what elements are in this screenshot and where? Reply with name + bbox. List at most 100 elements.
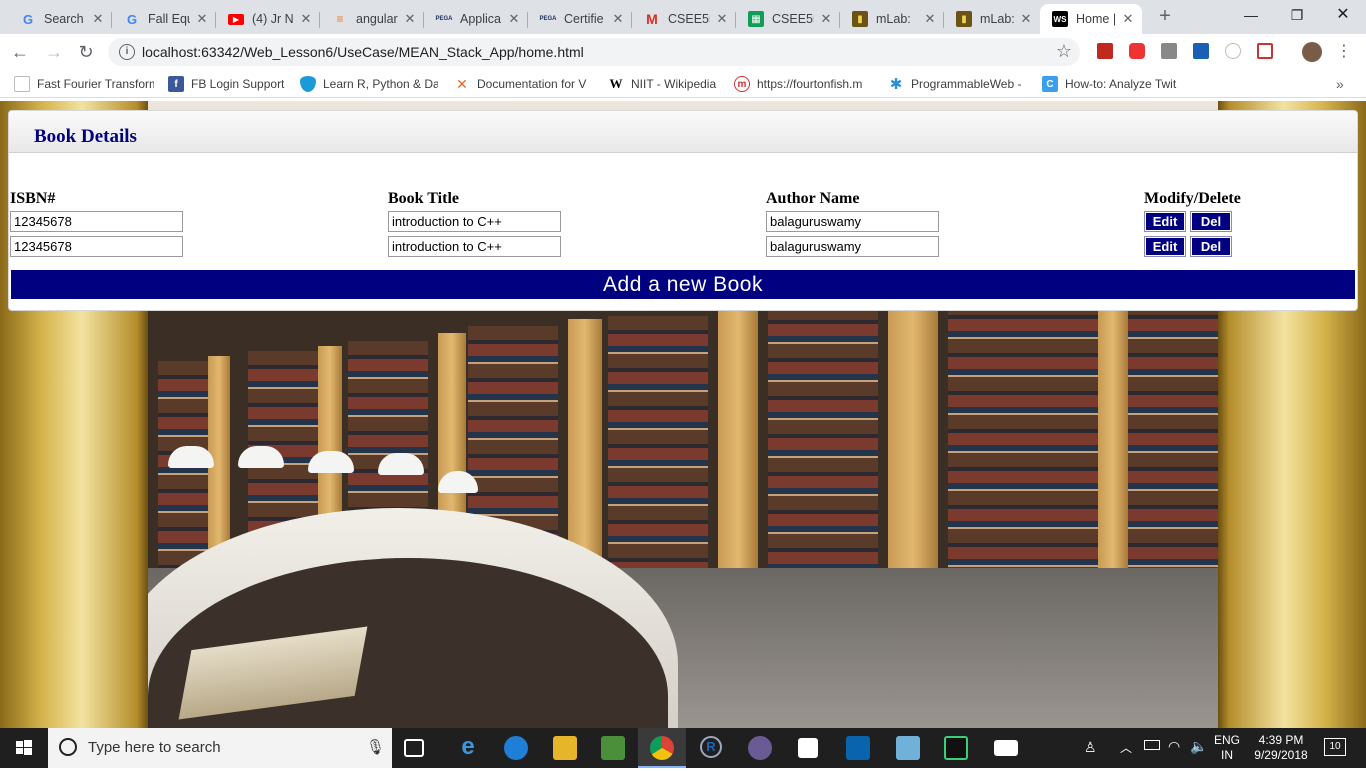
minimize-icon[interactable]: —: [1228, 0, 1274, 30]
new-tab-icon[interactable]: +: [1154, 6, 1176, 28]
battery-icon[interactable]: [1144, 740, 1160, 750]
menu-kebab-icon[interactable]: ⋮: [1332, 40, 1356, 64]
back-icon[interactable]: ←: [8, 40, 32, 64]
forward-icon[interactable]: →: [42, 40, 66, 64]
author-field[interactable]: balaguruswamy: [766, 211, 939, 232]
bookmarks-bar: Fast Fourier Transform f FB Login Support…: [0, 70, 1366, 98]
bookmark-fb-login[interactable]: f FB Login Support: [168, 76, 298, 92]
tab-pega-application[interactable]: PEGA Applica ✕: [424, 4, 528, 34]
bookmark-learn-r[interactable]: Learn R, Python & Da: [300, 76, 438, 92]
microphone-icon[interactable]: 🎙: [366, 738, 385, 756]
reload-icon[interactable]: ↻: [74, 40, 98, 64]
github-desktop-icon[interactable]: [748, 736, 772, 760]
edge-icon[interactable]: e: [456, 735, 480, 760]
outlook-icon[interactable]: [846, 736, 870, 760]
edit-button[interactable]: Edit: [1144, 211, 1186, 232]
tab-youtube[interactable]: ▶ (4) Jr N ✕: [216, 4, 320, 34]
close-icon[interactable]: ✕: [298, 11, 314, 27]
tab-mlab-2[interactable]: ▮ mLab: (✕: [944, 4, 1040, 34]
tab-home-active[interactable]: WS Home | ✕: [1040, 4, 1142, 34]
google-icon: G: [22, 11, 34, 27]
tab-fall-equ[interactable]: G Fall Equ ✕: [112, 4, 216, 34]
safari-icon[interactable]: [504, 736, 528, 760]
tab-search[interactable]: G Search ✕: [8, 4, 112, 34]
tab-sheets[interactable]: ▦ CSEE55 ✕: [736, 4, 840, 34]
close-icon[interactable]: ✕: [194, 11, 210, 27]
close-icon[interactable]: ✕: [922, 11, 938, 27]
tab-gmail[interactable]: M CSEE55 ✕: [632, 4, 736, 34]
people-icon[interactable]: ♙: [1084, 739, 1097, 756]
close-window-icon[interactable]: ✕: [1320, 0, 1366, 30]
close-icon[interactable]: ✕: [90, 11, 106, 27]
profile-avatar[interactable]: [1302, 42, 1322, 62]
sheets-icon: ▦: [748, 11, 764, 27]
c-icon: C: [1042, 76, 1058, 92]
google-icon: G: [126, 11, 138, 27]
tray-chevron-icon[interactable]: ︿: [1120, 739, 1132, 756]
close-icon[interactable]: ✕: [1018, 11, 1034, 27]
bookmark-programmableweb[interactable]: ✱ ProgrammableWeb -: [888, 76, 1026, 92]
tab-title: (4) Jr N: [252, 12, 294, 26]
notes-icon[interactable]: [896, 736, 920, 760]
r-studio-icon[interactable]: R: [700, 736, 722, 758]
tab-title: Fall Equ: [148, 12, 190, 26]
chrome-icon[interactable]: [650, 736, 674, 760]
windows-start-icon[interactable]: [0, 728, 48, 768]
mail-icon[interactable]: [994, 740, 1018, 756]
close-icon[interactable]: ✕: [818, 11, 834, 27]
title-field[interactable]: introduction to C++: [388, 236, 561, 257]
notification-center-icon[interactable]: 10: [1324, 738, 1346, 756]
close-icon[interactable]: ✕: [506, 11, 522, 27]
extension-bookmark-icon[interactable]: [1193, 43, 1209, 59]
extension-jb-icon[interactable]: [1161, 43, 1177, 59]
bookmark-fft[interactable]: Fast Fourier Transform: [14, 76, 154, 92]
clock[interactable]: 4:39 PM 9/29/2018: [1248, 733, 1314, 763]
bookmark-label: Documentation for V: [477, 77, 587, 91]
notepad-icon[interactable]: [798, 738, 818, 758]
extension-red-icon[interactable]: [1097, 43, 1113, 59]
bookmark-star-icon[interactable]: ☆: [1056, 41, 1072, 62]
close-icon[interactable]: ✕: [402, 11, 418, 27]
bookmarks-overflow-icon[interactable]: »: [1336, 76, 1344, 92]
close-icon[interactable]: ✕: [714, 11, 730, 27]
notification-count: 10: [1329, 741, 1341, 752]
taskbar-search-box[interactable]: Type here to search 🎙: [48, 728, 392, 768]
shield-icon: [300, 76, 316, 92]
bookmark-niit-wikipedia[interactable]: W NIIT - Wikipedia: [608, 76, 724, 92]
book-details-panel: Book Details ISBN# Book Title Author Nam…: [8, 110, 1358, 311]
add-book-button[interactable]: Add a new Book: [11, 270, 1355, 299]
delete-button[interactable]: Del: [1190, 211, 1232, 232]
close-icon[interactable]: ✕: [1120, 11, 1136, 27]
extension-play-icon[interactable]: [1129, 43, 1145, 59]
extension-shield-icon[interactable]: [1257, 43, 1273, 59]
spreadsheet-app-icon[interactable]: [601, 736, 625, 760]
close-icon[interactable]: ✕: [610, 11, 626, 27]
bookmark-documentation[interactable]: ✕ Documentation for V: [454, 76, 592, 92]
file-explorer-icon[interactable]: [553, 736, 577, 760]
task-view-icon[interactable]: [404, 739, 424, 757]
extension-circle-icon[interactable]: [1225, 43, 1241, 59]
tab-angular[interactable]: ≡ angular ✕: [320, 4, 424, 34]
site-icon: m: [734, 76, 750, 92]
author-field[interactable]: balaguruswamy: [766, 236, 939, 257]
info-icon[interactable]: i: [119, 44, 135, 60]
tab-pega-certified[interactable]: PEGA Certifie ✕: [528, 4, 632, 34]
tab-mlab-1[interactable]: ▮ mLab: ✕: [840, 4, 944, 34]
isbn-field[interactable]: 12345678: [10, 236, 183, 257]
volume-icon[interactable]: 🔈: [1190, 738, 1207, 755]
wifi-icon[interactable]: ◠: [1168, 738, 1180, 755]
facebook-icon: f: [168, 76, 184, 92]
bookmark-label: How-to: Analyze Twit: [1065, 77, 1177, 91]
address-bar[interactable]: i localhost:63342/Web_Lesson6/UseCase/ME…: [108, 38, 1080, 66]
bookmark-twitter-analyze[interactable]: C How-to: Analyze Twit: [1042, 76, 1180, 92]
delete-button[interactable]: Del: [1190, 236, 1232, 257]
maximize-icon[interactable]: ❐: [1274, 0, 1320, 30]
language-indicator[interactable]: ENG IN: [1214, 733, 1240, 763]
panel-title: Book Details: [34, 126, 137, 147]
title-field[interactable]: introduction to C++: [388, 211, 561, 232]
gear-icon: ✱: [889, 76, 903, 92]
webstorm-taskbar-icon[interactable]: [944, 736, 968, 760]
bookmark-fourtonfish[interactable]: m https://fourtonfish.m: [734, 76, 872, 92]
isbn-field[interactable]: 12345678: [10, 211, 183, 232]
edit-button[interactable]: Edit: [1144, 236, 1186, 257]
